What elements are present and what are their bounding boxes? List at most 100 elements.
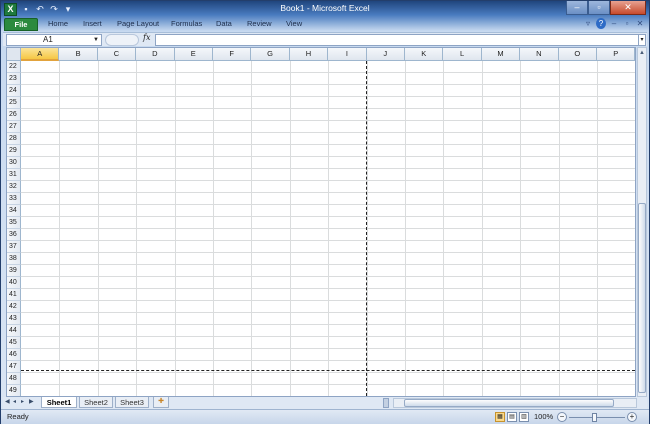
formula-input[interactable]: [155, 34, 639, 46]
horizontal-scroll-thumb[interactable]: [404, 399, 614, 407]
tab-split-handle[interactable]: [383, 398, 389, 408]
row-header-23[interactable]: 23: [7, 73, 21, 85]
grid-row-line: [21, 156, 635, 157]
row-header-49[interactable]: 49: [7, 385, 21, 396]
row-header-37[interactable]: 37: [7, 241, 21, 253]
last-sheet-icon[interactable]: ▶: [29, 398, 35, 405]
expand-formula-bar-icon[interactable]: ▾: [638, 34, 646, 46]
sheet-nav: ◀ ◂ ▸ ▶: [5, 398, 35, 405]
sheet-tab-sheet2[interactable]: Sheet2: [79, 397, 113, 408]
column-header-g[interactable]: G: [251, 48, 290, 61]
file-tab[interactable]: File: [4, 18, 38, 31]
column-header-h[interactable]: H: [289, 48, 329, 61]
horizontal-scrollbar[interactable]: [393, 398, 637, 408]
column-header-b[interactable]: B: [59, 48, 98, 61]
chevron-down-icon[interactable]: ▼: [93, 35, 99, 45]
row-header-27[interactable]: 27: [7, 121, 21, 133]
row-header-42[interactable]: 42: [7, 301, 21, 313]
grid-column-line: [558, 61, 560, 396]
row-header-24[interactable]: 24: [7, 85, 21, 97]
zoom-level[interactable]: 100%: [534, 412, 553, 421]
row-header-30[interactable]: 30: [7, 157, 21, 169]
column-header-l[interactable]: L: [443, 48, 482, 61]
name-box-value: A1: [43, 35, 53, 44]
row-header-40[interactable]: 40: [7, 277, 21, 289]
row-header-28[interactable]: 28: [7, 133, 21, 145]
tab-formulas[interactable]: Formulas: [171, 19, 202, 28]
vertical-scroll-thumb[interactable]: [638, 203, 646, 393]
column-header-e[interactable]: E: [174, 48, 213, 61]
doc-close-icon[interactable]: ✕: [635, 18, 645, 29]
column-header-o[interactable]: O: [558, 48, 597, 61]
row-header-31[interactable]: 31: [7, 169, 21, 181]
first-sheet-icon[interactable]: ◀: [5, 398, 11, 405]
next-sheet-icon[interactable]: ▸: [21, 398, 27, 405]
column-header-j[interactable]: J: [366, 48, 405, 61]
row-header-25[interactable]: 25: [7, 97, 21, 109]
doc-restore-icon[interactable]: ▫: [622, 18, 632, 29]
prev-sheet-icon[interactable]: ◂: [13, 398, 19, 405]
row-header-43[interactable]: 43: [7, 313, 21, 325]
insert-function-button[interactable]: fx: [143, 33, 150, 42]
column-header-n[interactable]: N: [520, 48, 559, 61]
column-header-d[interactable]: D: [136, 48, 175, 61]
row-header-44[interactable]: 44: [7, 325, 21, 337]
page-break-preview-icon[interactable]: ▥: [519, 412, 529, 422]
close-button[interactable]: ✕: [610, 1, 646, 15]
select-all-button[interactable]: [7, 48, 21, 61]
row-header-45[interactable]: 45: [7, 337, 21, 349]
row-header-29[interactable]: 29: [7, 145, 21, 157]
row-header-34[interactable]: 34: [7, 205, 21, 217]
page-layout-view-icon[interactable]: ▤: [507, 412, 517, 422]
row-header-36[interactable]: 36: [7, 229, 21, 241]
row-header-39[interactable]: 39: [7, 265, 21, 277]
row-header-26[interactable]: 26: [7, 109, 21, 121]
vertical-scrollbar[interactable]: ▲: [637, 47, 647, 397]
scroll-up-icon[interactable]: ▲: [638, 48, 646, 58]
row-header-35[interactable]: 35: [7, 217, 21, 229]
row-header-22[interactable]: 22: [7, 61, 21, 73]
sheet-tab-sheet1[interactable]: Sheet1: [41, 397, 77, 408]
grid-row-line: [21, 84, 635, 85]
name-box[interactable]: A1 ▼: [6, 34, 102, 46]
column-header-k[interactable]: K: [405, 48, 444, 61]
tab-review[interactable]: Review: [247, 19, 272, 28]
row-header-46[interactable]: 46: [7, 349, 21, 361]
grid-row-line: [21, 252, 635, 253]
grid-row-line: [21, 72, 635, 73]
row-header-32[interactable]: 32: [7, 181, 21, 193]
zoom-in-icon[interactable]: +: [627, 412, 637, 422]
doc-minimize-icon[interactable]: –: [609, 18, 619, 29]
minimize-button[interactable]: –: [566, 1, 588, 15]
minimize-ribbon-icon[interactable]: ▿: [583, 18, 593, 29]
column-header-p[interactable]: P: [597, 48, 635, 61]
grid-row-line: [21, 372, 635, 373]
tab-home[interactable]: Home: [48, 19, 68, 28]
sheet-tab-sheet3[interactable]: Sheet3: [115, 397, 149, 408]
column-header-i[interactable]: I: [328, 48, 367, 61]
zoom-slider-track[interactable]: [569, 417, 625, 418]
maximize-button[interactable]: ▫: [588, 1, 610, 15]
formula-bar: A1 ▼ fx ▾: [3, 32, 647, 46]
grid-column-line: [597, 61, 598, 396]
row-header-38[interactable]: 38: [7, 253, 21, 265]
row-header-33[interactable]: 33: [7, 193, 21, 205]
help-icon[interactable]: ?: [596, 18, 606, 29]
tab-view[interactable]: View: [286, 19, 302, 28]
column-header-m[interactable]: M: [481, 48, 521, 61]
column-header-f[interactable]: F: [213, 48, 252, 61]
worksheet-grid[interactable]: A B C D E F G H I J K L M N O P 22 23 24 25 26 27 28 29 30 31 32 33…: [6, 47, 636, 397]
row-header-48[interactable]: 48: [7, 373, 21, 385]
zoom-out-icon[interactable]: −: [557, 412, 567, 422]
column-header-a[interactable]: A: [21, 48, 60, 61]
grid-column-line: [213, 61, 214, 396]
tab-data[interactable]: Data: [216, 19, 232, 28]
insert-sheet-icon[interactable]: ✚: [153, 397, 169, 408]
tab-page-layout[interactable]: Page Layout: [117, 19, 159, 28]
normal-view-icon[interactable]: ▦: [495, 412, 505, 422]
tab-insert[interactable]: Insert: [83, 19, 102, 28]
column-header-c[interactable]: C: [97, 48, 137, 61]
zoom-slider-thumb[interactable]: [592, 413, 597, 422]
row-header-47[interactable]: 47: [7, 361, 21, 373]
row-header-41[interactable]: 41: [7, 289, 21, 301]
